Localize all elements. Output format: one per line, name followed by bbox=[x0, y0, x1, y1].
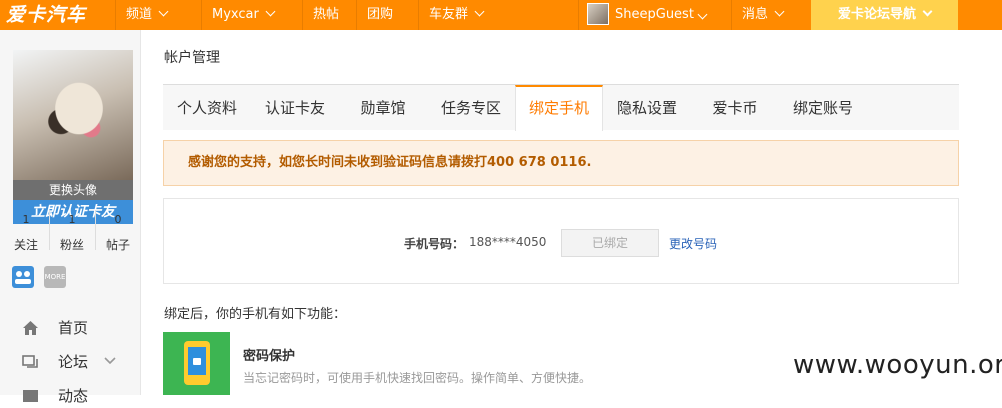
tab-profile[interactable]: 个人资料 bbox=[163, 85, 251, 131]
home-icon bbox=[23, 321, 38, 335]
feature-description: 当忘记密码时，可使用手机快速找回密码。操作简单、方便快捷。 bbox=[243, 371, 592, 385]
nav-myxcar[interactable]: Myxcar bbox=[201, 0, 297, 30]
nav-messages[interactable]: 消息 bbox=[731, 0, 811, 30]
top-nav-bar: 爱卡汽车 频道 Myxcar 热帖 团购 车友群 SheepGuest 消息 爱… bbox=[0, 0, 1002, 30]
forum-guide-button[interactable]: 爱卡论坛导航 bbox=[811, 0, 958, 30]
tab-bind-phone[interactable]: 绑定手机 bbox=[515, 85, 603, 131]
stat-fans-count: 1 bbox=[68, 213, 76, 226]
page-title: 帐户管理 bbox=[164, 50, 220, 66]
notice-banner: 感谢您的支持，如您长时间未收到验证码信息请拨打400 678 0116. bbox=[163, 140, 959, 186]
phone-lock-icon bbox=[163, 332, 230, 395]
tab-coins[interactable]: 爱卡币 bbox=[691, 85, 779, 131]
feed-icon bbox=[23, 390, 38, 402]
stat-following-label: 关注 bbox=[13, 238, 38, 252]
tab-bind-account[interactable]: 绑定账号 bbox=[779, 85, 867, 131]
chevron-down-icon bbox=[774, 6, 785, 17]
nav-car-friends[interactable]: 车友群 bbox=[418, 0, 510, 30]
chevron-down-icon bbox=[474, 6, 485, 17]
phone-label: 手机号码： bbox=[404, 237, 465, 251]
phone-shape bbox=[184, 341, 210, 385]
stat-fans[interactable]: 1 粉丝 bbox=[52, 212, 92, 254]
sidebar-item-forum[interactable]: 论坛 bbox=[22, 350, 122, 374]
nav-car-friends-label: 车友群 bbox=[429, 7, 469, 22]
chevron-down-icon bbox=[158, 6, 169, 17]
divider bbox=[95, 210, 96, 250]
sidebar-item-label: 首页 bbox=[58, 319, 89, 337]
nav-channel[interactable]: 频道 bbox=[115, 0, 192, 30]
nav-myxcar-label: Myxcar bbox=[212, 7, 259, 22]
chevron-down-icon bbox=[922, 6, 933, 17]
lock-icon bbox=[193, 358, 201, 365]
avatar bbox=[587, 3, 609, 25]
forum-icon bbox=[22, 355, 38, 368]
nav-hot-posts-label: 热帖 bbox=[313, 7, 340, 22]
change-avatar-button[interactable]: 更换头像 bbox=[13, 180, 133, 200]
chevron-down-icon bbox=[697, 9, 708, 20]
phone-number: 188****4050 bbox=[469, 235, 547, 249]
chevron-down-icon bbox=[104, 357, 116, 365]
left-sidebar: 更换头像 立即认证卡友 1 关注 1 粉丝 0 帖子 MORE 首页 论坛 动态 bbox=[0, 30, 141, 405]
username: SheepGuest bbox=[615, 7, 694, 22]
nav-channel-label: 频道 bbox=[126, 7, 153, 22]
nav-hot-posts[interactable]: 热帖 bbox=[302, 0, 350, 30]
sidebar-item-label: 论坛 bbox=[58, 353, 89, 371]
change-number-link[interactable]: 更改号码 bbox=[669, 235, 717, 252]
stat-posts-label: 帖子 bbox=[105, 238, 130, 252]
stat-following[interactable]: 1 关注 bbox=[6, 212, 46, 254]
watermark: www.wooyun.org bbox=[793, 350, 1002, 380]
forum-guide-label: 爱卡论坛导航 bbox=[837, 7, 916, 22]
divider bbox=[49, 210, 50, 250]
stat-following-count: 1 bbox=[22, 213, 30, 226]
chevron-down-icon bbox=[265, 6, 276, 17]
tab-tasks[interactable]: 任务专区 bbox=[427, 85, 515, 131]
tab-certify[interactable]: 认证卡友 bbox=[251, 85, 339, 131]
stat-fans-label: 粉丝 bbox=[59, 238, 84, 252]
bound-button[interactable]: 已绑定 bbox=[561, 229, 659, 257]
nav-messages-label: 消息 bbox=[742, 7, 769, 22]
medal-badge-icon[interactable] bbox=[12, 266, 34, 288]
notice-text: 感谢您的支持，如您长时间未收到验证码信息请拨打400 678 0116. bbox=[188, 155, 592, 170]
nav-group-buy[interactable]: 团购 bbox=[356, 0, 404, 30]
phone-screen bbox=[188, 347, 206, 375]
tab-privacy[interactable]: 隐私设置 bbox=[603, 85, 691, 131]
after-bind-heading: 绑定后，你的手机有如下功能： bbox=[164, 307, 347, 322]
user-menu[interactable]: SheepGuest bbox=[578, 0, 720, 30]
stat-posts[interactable]: 0 帖子 bbox=[98, 212, 138, 254]
nav-group-buy-label: 团购 bbox=[367, 7, 394, 22]
feature-title: 密码保护 bbox=[243, 349, 296, 364]
tab-medals[interactable]: 勋章馆 bbox=[339, 85, 427, 131]
phone-binding-panel: 手机号码： 188****4050 已绑定 更改号码 bbox=[163, 198, 959, 284]
sidebar-item-label: 动态 bbox=[58, 387, 89, 405]
more-badges-button[interactable]: MORE bbox=[44, 266, 66, 288]
avatar[interactable] bbox=[13, 50, 133, 180]
stat-posts-count: 0 bbox=[114, 213, 122, 226]
account-tabs: 个人资料 认证卡友 勋章馆 任务专区 绑定手机 隐私设置 爱卡币 绑定账号 bbox=[163, 84, 959, 131]
site-logo[interactable]: 爱卡汽车 bbox=[6, 3, 86, 27]
